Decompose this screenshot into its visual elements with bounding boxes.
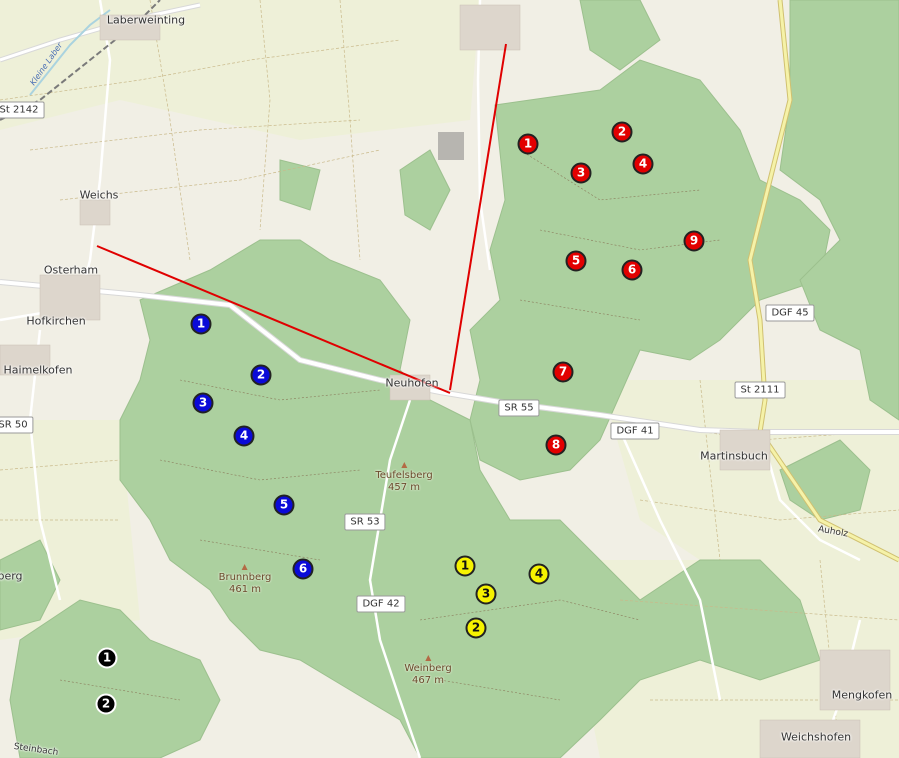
label-mengkofen: Mengkofen [831,688,893,702]
road-shield-dgf45: DGF 45 [765,304,815,322]
marker-red-6[interactable]: 6 [621,259,643,281]
road-shield-st2111: St 2111 [734,381,786,399]
marker-red-3[interactable]: 3 [570,162,592,184]
marker-blue-2[interactable]: 2 [250,364,272,386]
marker-blue-6[interactable]: 6 [292,558,314,580]
label-laberweinting: Laberweinting [106,13,186,27]
road-shield-dgf42: DGF 42 [356,595,406,613]
marker-red-4[interactable]: 4 [632,153,654,175]
peak-brunnberg: Brunnberg 461 m [218,564,272,596]
marker-yellow-2[interactable]: 2 [465,617,487,639]
marker-red-5[interactable]: 5 [565,250,587,272]
peak-elevation: 467 m [411,675,445,686]
label-neuhofen: Neuhofen [385,376,439,390]
peak-teufelsberg: Teufelsberg 457 m [375,462,433,494]
road-shield-sr53: SR 53 [344,513,386,531]
marker-red-7[interactable]: 7 [552,361,574,383]
marker-yellow-4[interactable]: 4 [528,563,550,585]
label-martinsbuch: Martinsbuch [700,449,768,463]
marker-red-2[interactable]: 2 [611,121,633,143]
road-shield-st2142: St 2142 [0,101,45,119]
peak-elevation: 461 m [228,584,261,595]
label-weichs: Weichs [79,188,119,202]
map-base [0,0,899,758]
label-hofkirchen: Hofkirchen [26,314,86,328]
marker-black-1[interactable]: 1 [96,647,118,669]
marker-blue-3[interactable]: 3 [192,392,214,414]
peak-icon [242,564,248,570]
road-shield-sr50: SR 50 [0,416,34,434]
road-shield-dgf41: DGF 41 [610,422,660,440]
label-weichshofen: Weichshofen [780,730,852,744]
peak-name: Brunnberg [218,572,272,583]
peak-elevation: 457 m [387,482,420,493]
marker-red-8[interactable]: 8 [545,434,567,456]
label-osterham: Osterham [43,263,99,277]
marker-red-1[interactable]: 1 [517,133,539,155]
marker-blue-1[interactable]: 1 [190,313,212,335]
peak-icon [424,655,431,661]
map-view[interactable]: Laberweinting Weichs Osterham Hofkirchen… [0,0,899,758]
quarry-area [438,132,464,160]
marker-black-2[interactable]: 2 [95,693,117,715]
marker-red-9[interactable]: 9 [683,230,705,252]
marker-blue-5[interactable]: 5 [273,494,295,516]
road-shield-sr55: SR 55 [498,399,540,417]
label-berg-partial: berg [0,569,23,583]
peak-weinberg: Weinberg 467 m [404,655,452,687]
forest-north-small [579,0,661,71]
marker-yellow-1[interactable]: 1 [454,555,476,577]
peak-name: Teufelsberg [375,470,433,481]
marker-blue-4[interactable]: 4 [233,425,255,447]
peak-icon [401,462,407,468]
peak-name: Weinberg [404,663,452,674]
forest-north-strip [399,149,451,231]
marker-yellow-3[interactable]: 3 [475,583,497,605]
label-haimelkofen: Haimelkofen [3,363,73,377]
